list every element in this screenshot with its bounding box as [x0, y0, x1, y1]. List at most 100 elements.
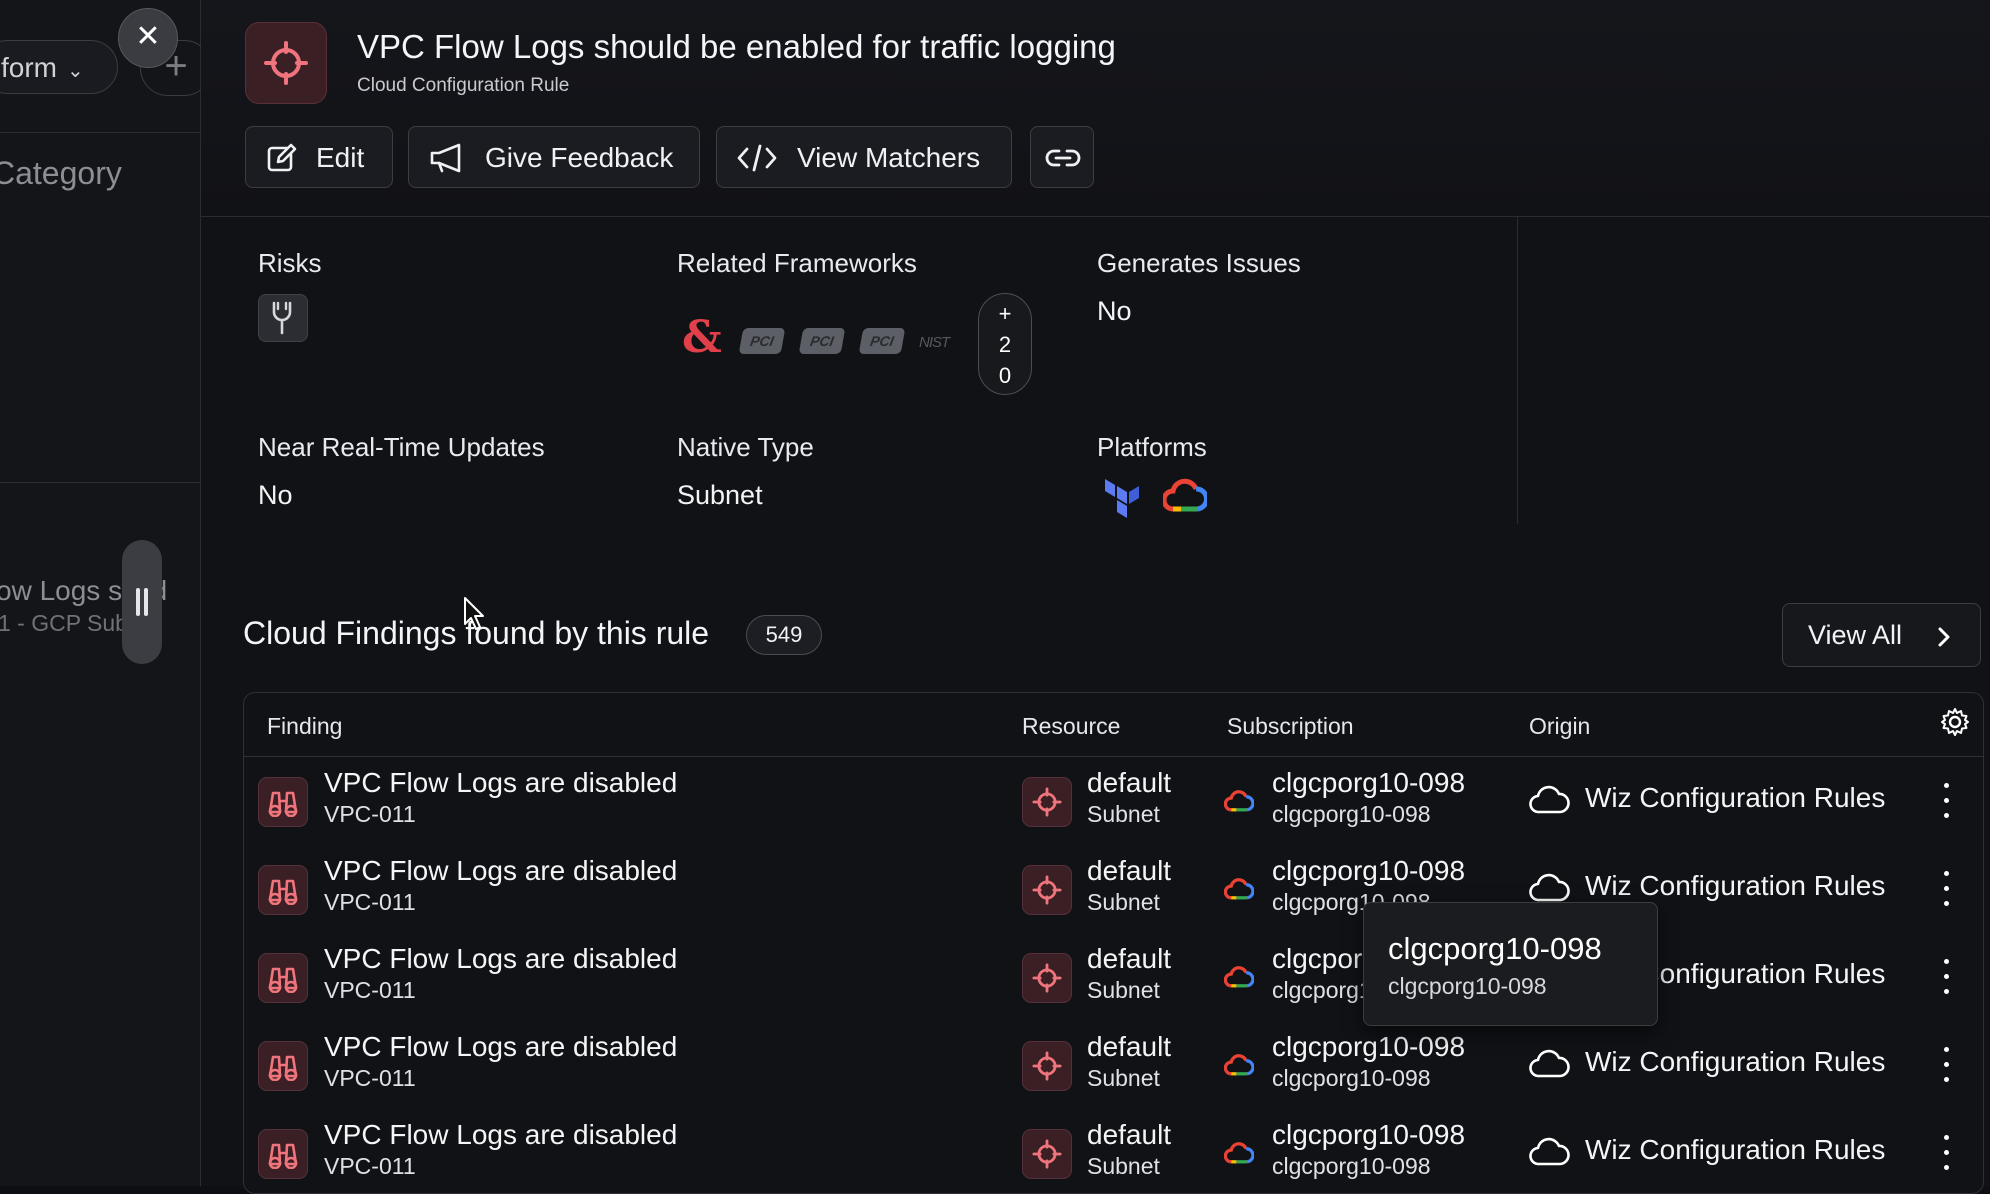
- resize-handle[interactable]: [122, 540, 162, 664]
- framework-logo-pci[interactable]: PCI: [798, 328, 846, 354]
- table-row[interactable]: VPC Flow Logs are disabled VPC-011 default…: [244, 757, 1983, 845]
- framework-logo-ampersand[interactable]: &: [682, 312, 722, 363]
- feedback-label: Give Feedback: [485, 142, 674, 173]
- background-panel: form ⌄ + Category ow Logs s uld 1 - GCP S…: [0, 0, 212, 1186]
- cloud-icon: [1529, 785, 1570, 814]
- give-feedback-button[interactable]: Give Feedback: [408, 126, 700, 188]
- more-frameworks-digit: 0: [998, 363, 1012, 388]
- row-actions-menu-icon[interactable]: [1941, 781, 1951, 821]
- category-heading: Category: [0, 155, 122, 191]
- drawer-header: VPC Flow Logs should be enabled for traf…: [201, 0, 1990, 217]
- rule-drawer: VPC Flow Logs should be enabled for traf…: [201, 0, 1990, 1194]
- binoculars-icon: [258, 1129, 308, 1179]
- table-row[interactable]: VPC Flow Logs are disabled VPC-011 default…: [244, 1109, 1983, 1193]
- native-type-label: Native Type: [677, 432, 814, 462]
- finding-title[interactable]: VPC Flow Logs are disabled: [324, 855, 677, 887]
- resource-name[interactable]: default: [1087, 1119, 1171, 1151]
- row-actions-menu-icon[interactable]: [1941, 1045, 1951, 1085]
- subscription-name[interactable]: clgcporg10-098: [1272, 855, 1465, 887]
- edit-label: Edit: [316, 142, 365, 173]
- crosshair-icon: [264, 41, 308, 85]
- table-row[interactable]: VPC Flow Logs are disabled VPC-011 default…: [244, 1021, 1983, 1109]
- subscription-name[interactable]: clgcporg10-098: [1272, 1031, 1465, 1063]
- finding-id: VPC-011: [324, 977, 416, 1003]
- filter-chip-label: form: [1, 52, 57, 83]
- chevron-down-icon: ⌄: [67, 60, 84, 82]
- platforms-label: Platforms: [1097, 432, 1207, 462]
- column-header-origin[interactable]: Origin: [1529, 713, 1590, 740]
- subscription-name[interactable]: clgcporg10-098: [1272, 1119, 1465, 1151]
- close-icon: ✕: [135, 20, 161, 53]
- divider: [0, 132, 200, 133]
- near-realtime-value: No: [258, 480, 293, 510]
- origin-label: Wiz Configuration Rules: [1585, 782, 1886, 813]
- wrench-icon: [272, 301, 292, 335]
- finding-id: VPC-011: [324, 889, 416, 915]
- mouse-cursor-icon: [464, 597, 484, 630]
- view-matchers-button[interactable]: View Matchers: [716, 126, 1012, 188]
- cloud-icon: [1529, 1137, 1570, 1166]
- finding-id: VPC-011: [324, 1153, 416, 1179]
- edit-button[interactable]: Edit: [245, 126, 393, 188]
- row-actions-menu-icon[interactable]: [1941, 869, 1951, 909]
- finding-id: VPC-011: [324, 1065, 416, 1091]
- terraform-icon: [1105, 479, 1139, 518]
- resource-name[interactable]: default: [1087, 767, 1171, 799]
- column-header-subscription[interactable]: Subscription: [1227, 713, 1354, 740]
- more-frameworks-digit: 2: [998, 332, 1012, 357]
- matchers-label: View Matchers: [797, 142, 981, 173]
- tooltip-subtitle: clgcporg10-098: [1388, 973, 1547, 999]
- framework-logo-pci[interactable]: PCI: [738, 328, 786, 354]
- close-drawer-button[interactable]: ✕: [118, 8, 178, 68]
- resource-name[interactable]: default: [1087, 855, 1171, 887]
- edit-icon: [267, 143, 297, 172]
- drag-bars-icon: [136, 588, 148, 616]
- crosshair-icon: [1022, 953, 1072, 1003]
- subscription-name[interactable]: clgcporg10-098: [1272, 767, 1465, 799]
- subscription-id: clgcporg10-098: [1272, 801, 1431, 827]
- tooltip-title: clgcporg10-098: [1388, 931, 1602, 966]
- origin-label: Wiz Configuration Rules: [1585, 870, 1886, 901]
- binoculars-icon: [258, 1041, 308, 1091]
- framework-logo-pci[interactable]: PCI: [858, 328, 906, 354]
- finding-title[interactable]: VPC Flow Logs are disabled: [324, 1031, 677, 1063]
- table-row[interactable]: VPC Flow Logs are disabled VPC-011 default…: [244, 845, 1983, 933]
- cloud-icon: [1529, 873, 1570, 902]
- gcp-icon: [1224, 966, 1254, 988]
- code-icon: [737, 144, 777, 172]
- finding-title[interactable]: VPC Flow Logs are disabled: [324, 943, 677, 975]
- gcp-icon: [1224, 1054, 1254, 1076]
- background-row-subtitle: 1 - GCP Sub: [0, 610, 128, 636]
- gcp-icon: [1224, 790, 1254, 812]
- copy-link-button[interactable]: [1030, 126, 1094, 188]
- resource-type: Subnet: [1087, 801, 1160, 827]
- row-actions-menu-icon[interactable]: [1941, 957, 1951, 997]
- crosshair-icon: [1022, 777, 1072, 827]
- more-frameworks-badge[interactable]: + 2 0: [978, 293, 1032, 395]
- gcp-icon: [1224, 1142, 1254, 1164]
- view-all-button[interactable]: View All: [1782, 603, 1981, 667]
- column-header-resource[interactable]: Resource: [1022, 713, 1120, 740]
- filter-chip[interactable]: form ⌄: [0, 40, 118, 94]
- framework-logo-nist[interactable]: NIST: [919, 334, 950, 351]
- table-row[interactable]: VPC Flow Logs are disabled VPC-011 default…: [244, 933, 1983, 1021]
- resource-name[interactable]: default: [1087, 1031, 1171, 1063]
- resource-name[interactable]: default: [1087, 943, 1171, 975]
- generates-issues-label: Generates Issues: [1097, 248, 1301, 278]
- resource-type: Subnet: [1087, 889, 1160, 915]
- resource-type: Subnet: [1087, 977, 1160, 1003]
- view-all-label: View All: [1808, 620, 1903, 650]
- column-header-finding[interactable]: Finding: [267, 713, 342, 740]
- binoculars-icon: [258, 865, 308, 915]
- cloud-icon: [1529, 1049, 1570, 1078]
- related-frameworks-label: Related Frameworks: [677, 248, 917, 278]
- divider: [0, 482, 200, 483]
- finding-title[interactable]: VPC Flow Logs are disabled: [324, 1119, 677, 1151]
- row-actions-menu-icon[interactable]: [1941, 1133, 1951, 1173]
- binoculars-icon: [258, 953, 308, 1003]
- gear-icon[interactable]: [1940, 707, 1970, 737]
- crosshair-icon: [1022, 865, 1072, 915]
- details-divider: [1517, 216, 1518, 524]
- risk-badge[interactable]: [258, 294, 308, 342]
- finding-title[interactable]: VPC Flow Logs are disabled: [324, 767, 677, 799]
